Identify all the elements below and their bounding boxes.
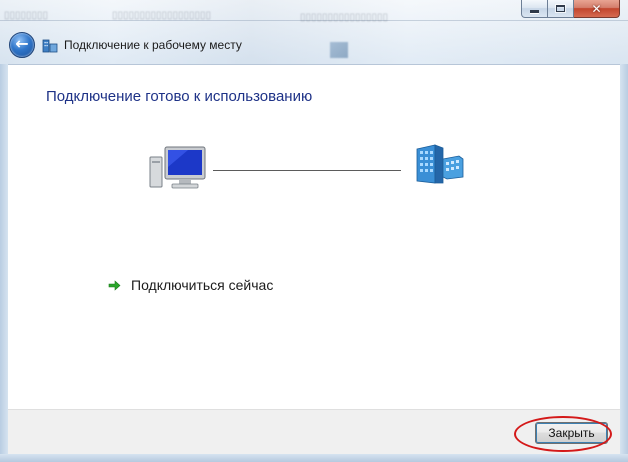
window-frame-left — [0, 64, 8, 462]
window-title: Подключение к рабочему месту — [64, 38, 242, 52]
back-button[interactable]: ← — [9, 32, 35, 58]
green-arrow-icon — [108, 279, 121, 291]
computer-icon — [149, 146, 206, 189]
connect-now-label: Подключиться сейчас — [131, 277, 274, 293]
network-building-icon — [416, 144, 464, 184]
connect-now-link[interactable]: Подключиться сейчас — [108, 277, 273, 293]
workplace-connection-icon — [42, 39, 58, 53]
background-ghost-text: ▯▯▯▯▯▯▯▯▯▯▯▯▯▯▯▯▯▯ — [112, 10, 212, 21]
background-ghost-text: ▯▯▯▯▯▯▯▯ — [4, 10, 49, 21]
window-frame-bottom — [0, 454, 628, 462]
close-icon: ✕ — [591, 1, 602, 16]
close-button[interactable]: Закрыть — [535, 422, 608, 444]
page-heading: Подключение готово к использованию — [46, 88, 313, 105]
background-ghost-icon — [330, 42, 348, 58]
minimize-button[interactable] — [521, 0, 548, 18]
content-pane: Подключение готово к использованию Подкл… — [8, 64, 620, 409]
connection-line — [213, 170, 401, 171]
window-caption-buttons: ✕ — [521, 0, 620, 19]
button-bar: Закрыть — [8, 409, 620, 454]
back-arrow-icon: ← — [15, 34, 29, 53]
maximize-button[interactable] — [548, 0, 574, 18]
window-frame-right — [620, 64, 628, 462]
close-window-button[interactable]: ✕ — [574, 0, 620, 18]
minimize-icon — [530, 10, 539, 13]
background-ghost-text: ▯▯▯▯▯▯▯▯▯▯▯▯▯▯▯▯ — [300, 12, 389, 23]
maximize-icon — [556, 5, 565, 12]
